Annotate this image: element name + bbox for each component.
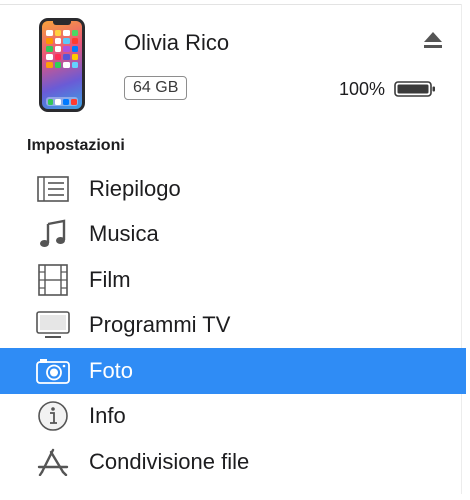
battery-icon — [394, 81, 435, 97]
sidebar-item-label: Condivisione file — [89, 448, 250, 474]
sidebar-item-summary[interactable]: Riepilogo — [0, 166, 466, 212]
device-header: Olivia Rico 64 GB 100% — [0, 0, 462, 130]
sidebar-item-label: Programmi TV — [89, 312, 231, 338]
sidebar-item-label: Musica — [89, 221, 159, 247]
sidebar-item-file-sharing[interactable]: Condivisione file — [0, 439, 466, 485]
sidebar-item-label: Info — [89, 403, 126, 429]
sidebar-item-label: Riepilogo — [89, 175, 181, 201]
sidebar-item-film[interactable]: Film — [0, 257, 466, 303]
sidebar-item-music[interactable]: Musica — [0, 212, 466, 258]
film-strip-icon — [35, 263, 71, 296]
info-icon — [35, 401, 71, 432]
sidebar-item-tv-shows[interactable]: Programmi TV — [0, 303, 466, 349]
music-note-icon — [35, 219, 71, 249]
settings-section-title: Impostazioni — [27, 137, 125, 154]
sidebar-item-info[interactable]: Info — [0, 394, 466, 440]
eject-icon[interactable] — [422, 30, 444, 50]
sidebar-item-label: Foto — [89, 357, 134, 383]
camera-icon — [35, 356, 71, 386]
iphone-device-icon — [39, 18, 85, 112]
battery-percentage: 100% — [338, 79, 385, 99]
app-store-icon — [35, 447, 71, 477]
sidebar-item-label: Film — [89, 266, 131, 292]
tv-monitor-icon — [35, 310, 71, 340]
sidebar-item-photos[interactable]: Foto — [0, 348, 466, 394]
capacity-badge: 64 GB — [124, 76, 188, 100]
summary-list-icon — [35, 174, 71, 204]
settings-nav: Riepilogo Musica Film Programmi TV Foto … — [0, 166, 466, 485]
device-name: Olivia Rico — [124, 30, 230, 55]
